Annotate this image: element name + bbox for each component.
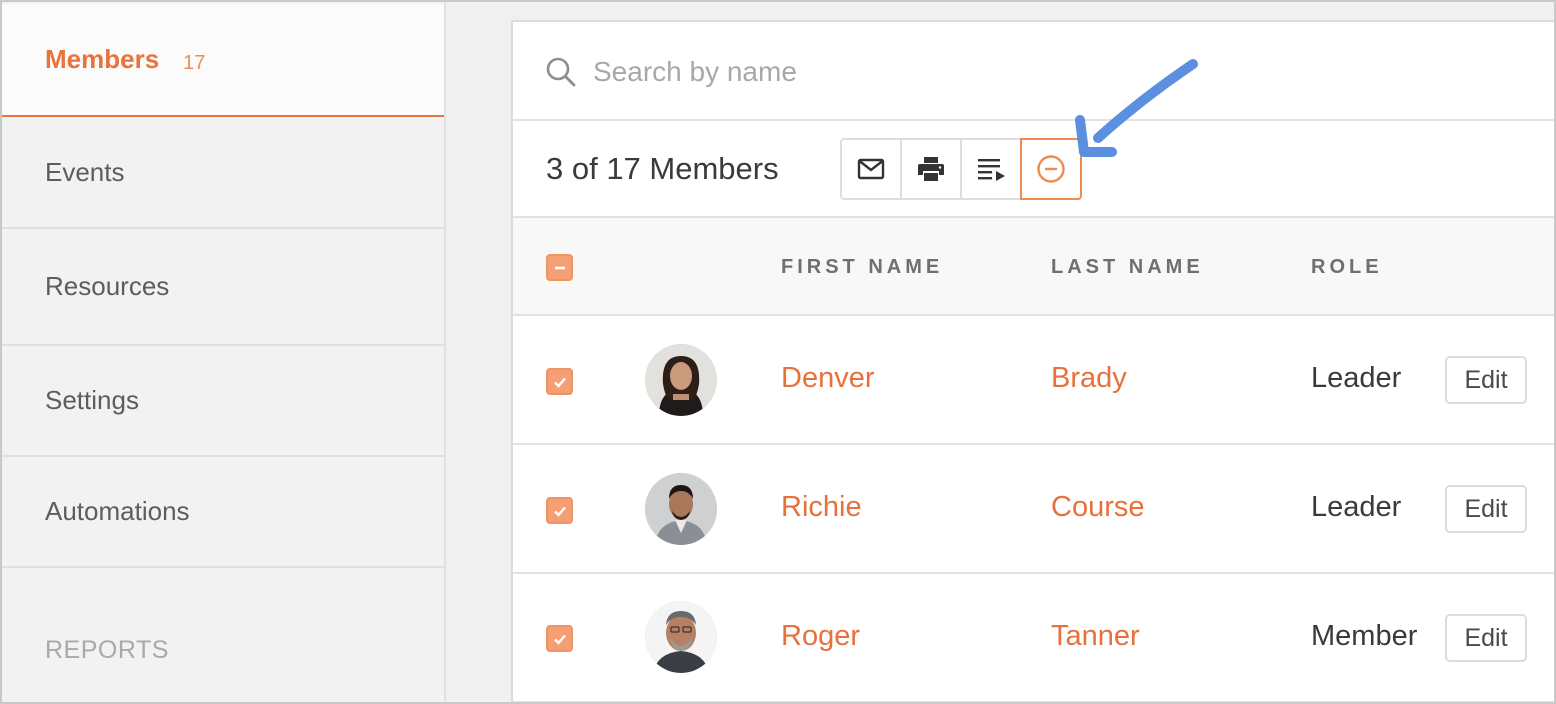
sidebar-item-label: Settings [45, 385, 139, 415]
table-row: Richie Course Leader Edit [513, 445, 1556, 574]
table-header: FIRST NAME LAST NAME ROLE [513, 218, 1556, 316]
sidebar-item-resources[interactable]: Resources [0, 229, 444, 346]
edit-button[interactable]: Edit [1445, 485, 1527, 533]
row-checkbox[interactable] [546, 368, 573, 395]
first-name-link[interactable]: Richie [781, 491, 862, 524]
role-cell: Leader [1311, 362, 1402, 394]
sidebar-item-events[interactable]: Events [0, 117, 444, 229]
sidebar-item-automations[interactable]: Automations [0, 457, 444, 568]
row-checkbox[interactable] [546, 497, 573, 524]
select-all-checkbox[interactable] [546, 254, 573, 281]
sidebar: Members 17 Events Resources Settings Aut… [0, 0, 446, 704]
email-icon [857, 158, 885, 180]
search-bar [513, 22, 1556, 121]
playlist-icon [978, 159, 1005, 181]
avatar [645, 344, 717, 416]
sidebar-item-label: Events [45, 156, 125, 187]
last-name-link[interactable]: Tanner [1051, 620, 1140, 653]
check-icon [553, 377, 566, 388]
members-panel: 3 of 17 Members [511, 20, 1556, 704]
column-header-role[interactable]: ROLE [1311, 256, 1383, 279]
check-icon [553, 634, 566, 645]
playlist-button[interactable] [960, 138, 1022, 200]
search-icon [546, 57, 576, 87]
reports-section-label: REPORTS [45, 636, 169, 664]
indeterminate-icon [554, 266, 565, 269]
last-name-link[interactable]: Brady [1051, 362, 1127, 395]
column-header-last-name[interactable]: LAST NAME [1051, 256, 1204, 279]
sidebar-item-settings[interactable]: Settings [0, 346, 444, 457]
sidebar-item-label: Automations [45, 496, 190, 526]
role-cell: Member [1311, 620, 1418, 652]
remove-circle-icon [1037, 155, 1065, 183]
sidebar-item-members[interactable]: Members 17 [0, 4, 444, 117]
toolbar: 3 of 17 Members [513, 121, 1556, 218]
print-icon [918, 157, 944, 181]
avatar [645, 473, 717, 545]
print-button[interactable] [900, 138, 962, 200]
bulk-action-buttons [840, 138, 1082, 200]
table-row: Roger Tanner Member Edit [513, 574, 1556, 703]
role-cell: Leader [1311, 491, 1402, 523]
table-row: Denver Brady Leader Edit [513, 316, 1556, 445]
check-icon [553, 506, 566, 517]
members-count-badge: 17 [183, 52, 206, 74]
sidebar-item-label: Resources [45, 271, 170, 301]
column-header-first-name[interactable]: FIRST NAME [781, 256, 943, 279]
first-name-link[interactable]: Roger [781, 620, 860, 653]
row-checkbox[interactable] [546, 625, 573, 652]
selection-count: 3 of 17 Members [546, 151, 779, 186]
edit-button[interactable]: Edit [1445, 614, 1527, 662]
sidebar-item-label: Members [45, 44, 160, 74]
avatar [645, 601, 717, 673]
first-name-link[interactable]: Denver [781, 362, 875, 395]
remove-button[interactable] [1020, 138, 1082, 200]
last-name-link[interactable]: Course [1051, 491, 1145, 524]
email-button[interactable] [840, 138, 902, 200]
search-input[interactable] [593, 46, 1193, 98]
edit-button[interactable]: Edit [1445, 356, 1527, 404]
